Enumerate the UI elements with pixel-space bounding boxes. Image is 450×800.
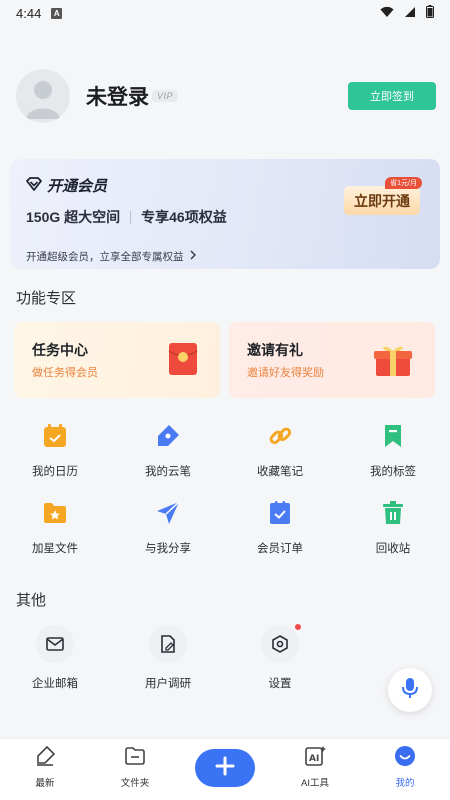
grid-label: 我的云笔 (145, 466, 191, 478)
discount-badge: 省1元/月 (385, 177, 422, 189)
promo-subtitle: 邀请好友得奖励 (247, 367, 324, 379)
mail-icon (36, 625, 74, 663)
saved-notes[interactable]: 收藏笔记 (240, 421, 320, 479)
nav-folder[interactable]: 文件夹 (100, 745, 170, 789)
recycle-bin[interactable]: 回收站 (353, 498, 433, 556)
grid-label: 我的日历 (32, 466, 78, 478)
link-icon (265, 421, 295, 451)
vip-title-text: 开通会员 (47, 178, 108, 195)
vip-card[interactable]: 开通会员 150G 超大空间 专享46项权益 开通超级会员，立享全部专属权益 立… (10, 159, 440, 269)
shared-with-me[interactable]: 与我分享 (128, 498, 208, 556)
signal-icon (404, 6, 416, 21)
grid-label: 加星文件 (32, 543, 78, 555)
nav-label: 文件夹 (120, 778, 150, 789)
other-label: 设置 (268, 678, 292, 690)
vip-subtitle[interactable]: 开通超级会员，立享全部专属权益 (26, 249, 196, 264)
wifi-icon (380, 6, 394, 21)
svg-text:AI: AI (309, 754, 319, 764)
signin-button[interactable]: 立即签到 (348, 82, 436, 110)
vip-storage: 150G 超大空间 (26, 209, 121, 225)
profile-header: 未登录 VIP 立即签到 (16, 68, 436, 124)
profile-icon (394, 745, 416, 772)
other-label: 企业邮箱 (32, 678, 78, 690)
battery-icon (426, 5, 434, 21)
folder-icon (124, 745, 146, 772)
member-orders[interactable]: 会员订单 (240, 498, 320, 556)
gift-icon (373, 342, 413, 383)
enterprise-mail[interactable]: 企业邮箱 (15, 625, 95, 691)
nav-ai-tools[interactable]: AI AI工具 (280, 745, 350, 789)
latest-icon (34, 745, 56, 772)
calendar-icon (40, 421, 70, 451)
ai-tools-icon: AI (304, 745, 326, 772)
vip-title: 开通会员 (26, 175, 107, 196)
nav-label: 最新 (35, 778, 55, 789)
survey-icon (149, 625, 187, 663)
vip-perks: 150G 超大空间 专享46项权益 (26, 207, 227, 227)
chevron-right-icon (189, 250, 196, 263)
invite-card[interactable]: 邀请有礼 邀请好友得奖励 (229, 322, 435, 398)
grid-label: 会员订单 (257, 543, 303, 555)
vip-open-button[interactable]: 立即开通 (344, 186, 420, 215)
section-title-other: 其他 (16, 592, 47, 609)
plus-icon (215, 756, 235, 781)
grid-label: 收藏笔记 (257, 466, 303, 478)
settings-icon (261, 624, 301, 663)
grid-label: 我的标签 (370, 466, 416, 478)
divider (130, 210, 132, 224)
promo-title: 任务中心 (32, 342, 88, 358)
section-title-features: 功能专区 (16, 290, 77, 307)
other-label: 用户调研 (145, 678, 191, 690)
promo-title: 邀请有礼 (247, 342, 303, 358)
username[interactable]: 未登录 (86, 81, 149, 111)
vip-tag: VIP (152, 90, 179, 102)
nav-latest[interactable]: 最新 (10, 745, 80, 789)
promo-subtitle: 做任务得会员 (32, 367, 98, 379)
microphone-icon (402, 677, 418, 704)
grid-label: 回收站 (375, 543, 411, 555)
bottom-nav: 最新 文件夹 AI AI工具 我的 (0, 738, 450, 800)
nav-label: 我的 (395, 778, 415, 789)
star-folder-icon (40, 498, 70, 528)
add-button[interactable] (195, 749, 255, 787)
vip-subtitle-text: 开通超级会员，立享全部专属权益 (26, 251, 184, 263)
bookmark-icon (378, 421, 408, 451)
order-icon (265, 498, 295, 528)
trash-icon (378, 498, 408, 528)
task-center-card[interactable]: 任务中心 做任务得会员 (14, 322, 220, 398)
send-icon (153, 498, 183, 528)
my-tags[interactable]: 我的标签 (353, 421, 433, 479)
user-survey[interactable]: 用户调研 (128, 625, 208, 691)
avatar[interactable] (16, 69, 70, 123)
pen-icon (153, 421, 183, 451)
red-envelope-icon (168, 342, 198, 381)
nav-label: AI工具 (301, 778, 329, 789)
my-cloud-pen[interactable]: 我的云笔 (128, 421, 208, 479)
starred-files[interactable]: 加星文件 (15, 498, 95, 556)
vip-benefits: 专享46项权益 (141, 209, 227, 225)
grid-label: 与我分享 (145, 543, 191, 555)
nav-profile[interactable]: 我的 (370, 745, 440, 789)
diamond-icon (26, 176, 42, 195)
settings[interactable]: 设置 (240, 624, 320, 691)
notification-dot (295, 624, 301, 630)
notification-badge: A (51, 7, 63, 19)
status-time: 4:44 (16, 5, 42, 21)
my-calendar[interactable]: 我的日历 (15, 421, 95, 479)
status-bar: 4:44 A (0, 0, 450, 26)
voice-input-button[interactable] (388, 668, 432, 712)
